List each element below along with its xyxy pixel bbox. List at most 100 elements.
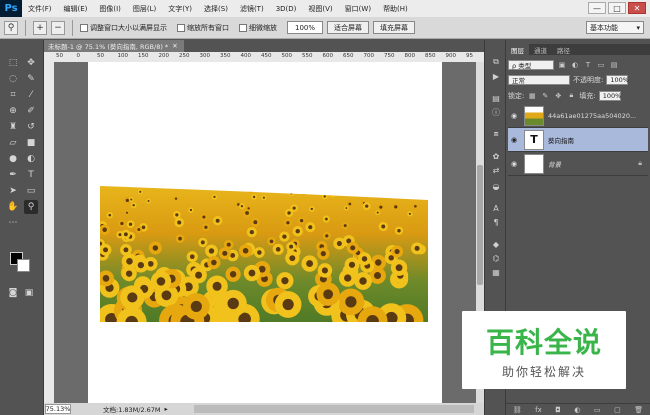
checkbox-box[interactable] [239,23,247,32]
checkbox-box[interactable] [80,23,88,32]
character-panel-icon[interactable]: A [490,202,502,214]
clone-stamp-tool-icon[interactable]: ♜ [6,120,20,134]
shape-filter-icon[interactable]: ▭ [596,60,606,70]
adjustment-filter-icon[interactable]: ◐ [570,60,580,70]
brush-tool-icon[interactable]: ✐ [24,104,38,118]
menu-image[interactable]: 图像(I) [93,4,127,14]
swatches-panel-icon[interactable]: ▦ [490,266,502,278]
clone-source-panel-icon[interactable]: ⧈ [490,128,502,140]
hand-tool-icon[interactable]: ✋ [6,200,20,214]
vertical-scrollbar-thumb[interactable] [477,165,483,285]
marquee-tool-icon[interactable]: ⬚ [6,56,20,70]
scrubby-zoom-checkbox[interactable]: 细微缩放 [239,23,277,33]
menu-window[interactable]: 窗口(W) [339,4,377,14]
workspace-select[interactable]: 基本功能 ▾ [586,21,644,34]
menu-file[interactable]: 文件(F) [22,4,58,14]
tab-channels[interactable]: 通道 [529,44,552,55]
adjustment-layer-icon[interactable]: ◐ [574,406,580,414]
styles-panel-icon[interactable]: ◆ [490,238,502,250]
adjustments-panel-icon[interactable]: ◒ [490,180,502,192]
zoom-all-windows-checkbox[interactable]: 缩放所有窗口 [177,23,229,33]
move-tool-icon[interactable]: ✥ [24,56,38,70]
layer-row-background[interactable]: ◉ 背景 🔒︎ [508,152,648,176]
opacity-field[interactable]: 100% [606,74,629,85]
menu-edit[interactable]: 编辑(E) [58,4,94,14]
menu-layer[interactable]: 图层(L) [127,4,162,14]
path-select-tool-icon[interactable]: ➤ [6,184,20,198]
visibility-eye-icon[interactable]: ◉ [508,112,520,120]
zoom-tool-icon[interactable]: ⚲ [24,200,38,214]
document-tab[interactable]: 未标题-1 @ 75.1% (葵向指南, RGB/8) * ✕ [44,40,184,52]
background-color-swatch[interactable] [17,259,30,272]
dodge-tool-icon[interactable]: ◐ [24,152,38,166]
zoom-tool-preset-icon[interactable]: ⚲ [4,20,18,35]
menu-select[interactable]: 选择(S) [198,4,234,14]
maximize-button[interactable]: □ [608,2,626,14]
brush-panel-icon[interactable]: ✿ [490,150,502,162]
new-group-icon[interactable]: ▭ [594,406,601,414]
fill-screen-button[interactable]: 填充屏幕 [373,21,415,34]
blur-tool-icon[interactable]: ● [6,152,20,166]
smart-object-filter-icon[interactable]: ▤ [609,60,619,70]
history-panel-icon[interactable]: ⧉ [490,56,502,68]
menu-filter[interactable]: 滤镜(T) [234,4,270,14]
visibility-eye-icon[interactable]: ◉ [508,136,520,144]
eyedropper-tool-icon[interactable]: ⁄ [24,88,38,102]
lock-pixels-icon[interactable]: ✎ [540,91,550,101]
add-mask-icon[interactable]: ◘ [555,406,561,414]
type-filter-icon[interactable]: T [583,60,593,70]
lock-all-icon[interactable]: 🔒︎ [566,91,576,101]
visibility-eye-icon[interactable]: ◉ [508,160,520,168]
lock-position-icon[interactable]: ✥ [553,91,563,101]
shape-tool-icon[interactable]: ▭ [24,184,38,198]
menu-type[interactable]: 文字(Y) [162,4,198,14]
brush-presets-panel-icon[interactable]: ⇄ [490,164,502,176]
resize-windows-checkbox[interactable]: 调整窗口大小以满屏显示 [80,23,167,33]
zoom-out-icon[interactable]: − [51,20,65,35]
edit-toolbar-icon[interactable]: ⋯ [6,216,20,230]
healing-brush-tool-icon[interactable]: ⊕ [6,104,20,118]
layer-row-image[interactable]: ◉ 44a61ae01275aa504020... [508,104,648,128]
menu-3d[interactable]: 3D(D) [270,5,303,13]
gradient-tool-icon[interactable]: ■ [24,136,38,150]
tab-paths[interactable]: 路径 [552,44,575,55]
info-panel-icon[interactable]: ⓘ [490,106,502,118]
status-menu-arrow-icon[interactable]: ▸ [165,405,168,413]
history-brush-tool-icon[interactable]: ↺ [24,120,38,134]
layer-style-icon[interactable]: fx [535,406,542,414]
properties-panel-icon[interactable]: ▤ [490,92,502,104]
new-layer-icon[interactable]: ▢ [614,406,621,414]
zoom-in-icon[interactable]: + [33,20,47,35]
layer-row-text[interactable]: ◉ T 葵向指南 [508,128,648,152]
zoom-value-field[interactable]: 100% [287,21,323,34]
checkbox-box[interactable] [177,23,185,32]
crop-tool-icon[interactable]: ⌗ [6,88,20,102]
fit-screen-button[interactable]: 适合屏幕 [327,21,369,34]
menu-view[interactable]: 视图(V) [302,4,338,14]
actions-panel-icon[interactable]: ▶ [490,70,502,82]
screen-mode-icon[interactable]: ▣ [22,286,36,300]
delete-layer-icon[interactable]: 🗑︎ [634,406,643,414]
status-zoom-field[interactable]: 75.13% [45,404,71,414]
menu-help[interactable]: 帮助(H) [377,4,414,14]
fill-field[interactable]: 100% [598,90,621,101]
quick-mask-icon[interactable]: ◙ [6,286,20,300]
blend-mode-select[interactable]: 正常 [508,74,570,85]
minimize-button[interactable]: — [588,2,606,14]
link-layers-icon[interactable]: ⛓ [513,406,522,414]
document-canvas[interactable] [88,62,442,403]
eraser-tool-icon[interactable]: ▱ [6,136,20,150]
close-tab-icon[interactable]: ✕ [172,42,177,50]
layer-filter-select[interactable]: ρ 类型 [508,59,554,70]
pen-tool-icon[interactable]: ✒ [6,168,20,182]
quick-select-tool-icon[interactable]: ✎ [24,72,38,86]
close-button[interactable]: ✕ [628,2,646,14]
lasso-tool-icon[interactable]: ◌ [6,72,20,86]
lock-transparent-icon[interactable]: ▦ [527,91,537,101]
pixel-filter-icon[interactable]: ▣ [557,60,567,70]
paragraph-panel-icon[interactable]: ¶ [490,216,502,228]
horizontal-scrollbar[interactable] [194,405,474,413]
tab-layers[interactable]: 图层 [506,44,529,55]
3d-panel-icon[interactable]: ⌬ [490,252,502,264]
type-tool-icon[interactable]: T [24,168,38,182]
